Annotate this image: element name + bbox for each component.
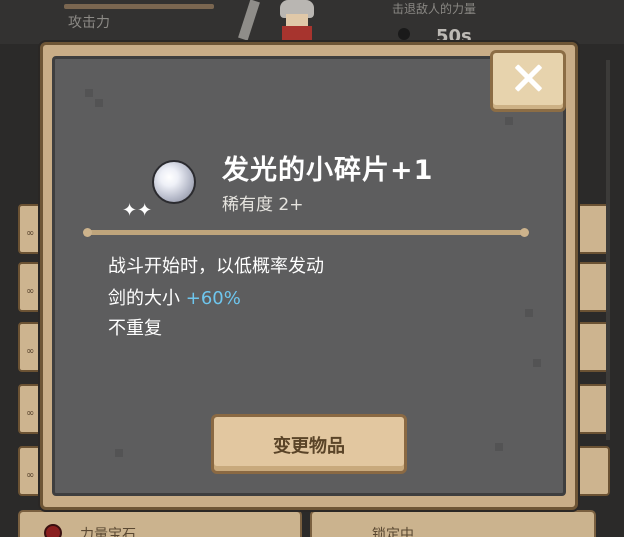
item-rarity: 稀有度 2+: [222, 195, 304, 215]
sparkle-icon: ✦✦: [122, 200, 153, 221]
gem-icon: [44, 524, 62, 537]
item-name: 发光的小碎片+1: [222, 155, 434, 186]
power-gem-button[interactable]: 力量宝石: [18, 510, 302, 537]
enemy-force-label: 击退敌人的力量: [392, 2, 477, 16]
locked-button[interactable]: 锁定中: [310, 510, 596, 537]
power-gem-label: 力量宝石: [80, 527, 136, 537]
attack-label: 攻击力: [68, 15, 110, 31]
enemy-icon: [398, 28, 410, 40]
change-item-button[interactable]: 变更物品: [211, 414, 407, 474]
change-item-label: 变更物品: [273, 436, 345, 457]
close-button[interactable]: [490, 50, 566, 112]
divider: [83, 228, 529, 237]
hero-sprite: [270, 0, 326, 44]
scrollbar[interactable]: [606, 60, 610, 440]
size-effect-label: 剑的大小: [108, 288, 186, 309]
glowing-shard-orb-icon: [152, 160, 196, 204]
attack-bar: [64, 4, 214, 9]
close-x-icon: [513, 63, 543, 93]
description-line-2: 剑的大小 +60%: [108, 284, 241, 310]
description-line-3: 不重复: [108, 318, 162, 339]
description-line-1: 战斗开始时，以低概率发动: [108, 256, 324, 277]
size-effect-value: +60%: [185, 288, 241, 309]
locked-label: 锁定中: [372, 527, 414, 537]
